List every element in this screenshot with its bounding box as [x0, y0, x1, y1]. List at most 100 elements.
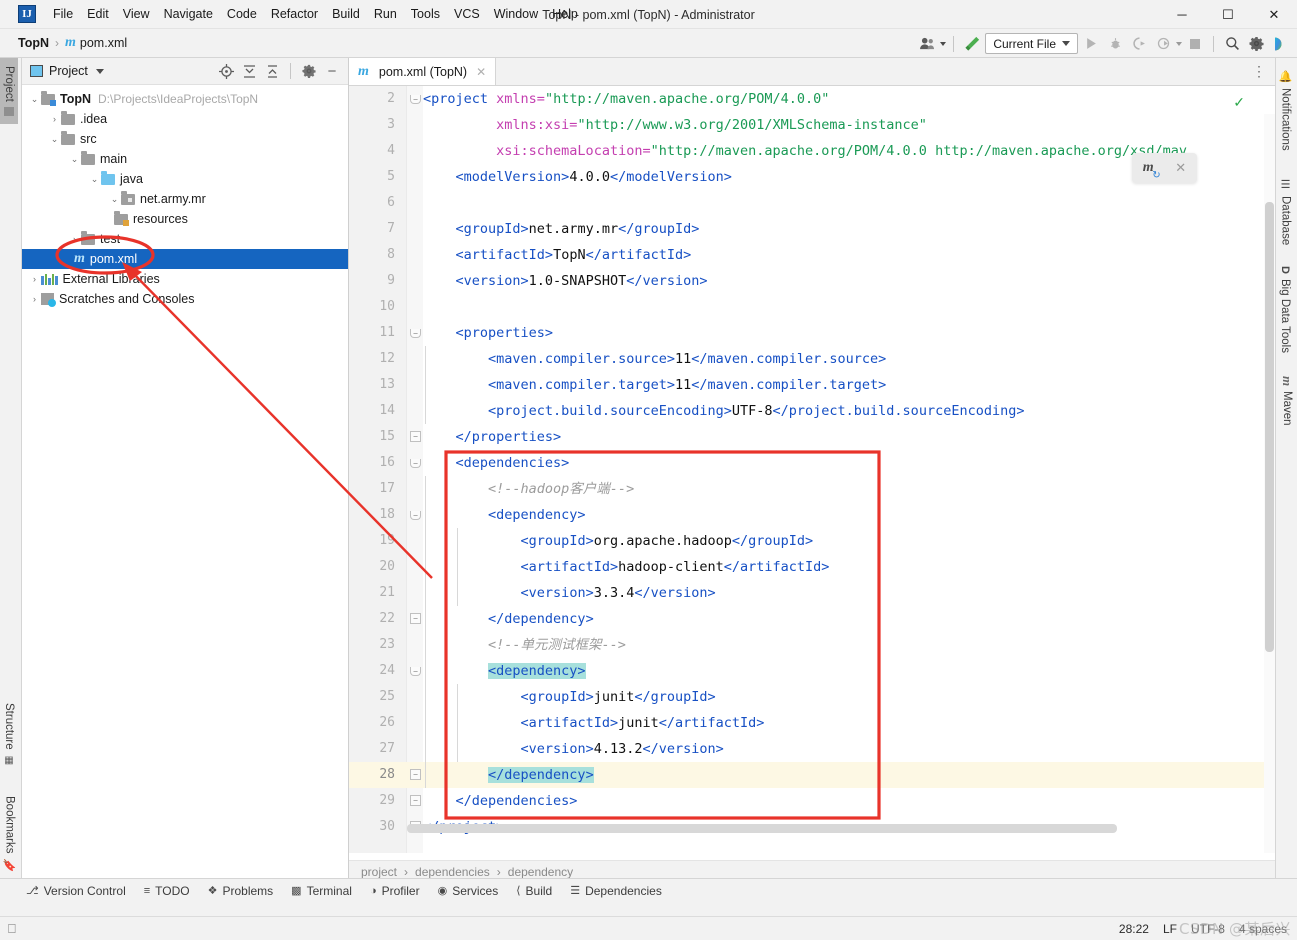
nav-file-name[interactable]: pom.xml [80, 36, 127, 50]
menu-navigate[interactable]: Navigate [157, 4, 220, 24]
chevron-right-icon-libs[interactable]: › [28, 274, 41, 284]
code-line[interactable]: 6 [349, 190, 1275, 216]
menu-file[interactable]: File [46, 4, 80, 24]
code-line[interactable]: 26 <artifactId>junit</artifactId> [349, 710, 1275, 736]
fold-toggle-icon[interactable]: − [410, 511, 421, 520]
menu-window[interactable]: Window [487, 4, 545, 24]
chevron-right-icon[interactable]: › [48, 114, 61, 124]
nav-project-name[interactable]: TopN [18, 36, 49, 50]
code-line[interactable]: 23 <!--单元测试框架--> [349, 632, 1275, 658]
tree-node-main[interactable]: ⌄ main [22, 149, 348, 169]
editor-tab-options[interactable]: ⋮ [1252, 58, 1275, 85]
code-lines[interactable]: 2−<project xmlns="http://maven.apache.or… [349, 86, 1275, 840]
minimize-button[interactable]: ─ [1159, 0, 1205, 29]
menu-tools[interactable]: Tools [404, 4, 447, 24]
maven-reload-popup[interactable]: m ✕ [1132, 153, 1197, 183]
code-line[interactable]: 15− </properties> [349, 424, 1275, 450]
stop-icon[interactable] [1184, 33, 1206, 55]
profiler-dropdown-caret-icon[interactable] [1176, 42, 1182, 46]
locate-target-icon[interactable] [216, 61, 236, 81]
project-view-dropdown-icon[interactable] [96, 69, 104, 74]
code-line[interactable]: 9 <version>1.0-SNAPSHOT</version> [349, 268, 1275, 294]
debug-icon[interactable] [1104, 33, 1126, 55]
settings-gear-icon-panel[interactable] [299, 61, 319, 81]
close-icon-maven-popup[interactable]: ✕ [1175, 160, 1186, 176]
tree-node-src[interactable]: ⌄ src [22, 129, 348, 149]
tree-node-package[interactable]: ⌄ net.army.mr [22, 189, 348, 209]
breadcrumb-project[interactable]: project [361, 865, 397, 879]
chevron-down-icon-package[interactable]: ⌄ [108, 194, 121, 205]
code-line[interactable]: 27 <version>4.13.2</version> [349, 736, 1275, 762]
scrollbar-thumb[interactable] [1265, 202, 1274, 652]
code-line[interactable]: 17 <!--hadoop客户端--> [349, 476, 1275, 502]
code-line[interactable]: 28− </dependency> [349, 762, 1275, 788]
tree-node-external-libraries[interactable]: › External Libraries [22, 269, 348, 289]
tree-node-scratches[interactable]: › Scratches and Consoles [22, 289, 348, 309]
fold-toggle-icon[interactable]: − [410, 667, 421, 676]
menu-vcs[interactable]: VCS [447, 4, 487, 24]
maven-reload-icon[interactable]: m [1143, 160, 1154, 176]
editor-horizontal-scrollbar[interactable] [407, 824, 1217, 833]
inspection-status-icon[interactable]: ✓ [1233, 94, 1245, 111]
expand-all-icon[interactable] [239, 61, 259, 81]
tree-node-idea[interactable]: › .idea [22, 109, 348, 129]
chevron-right-icon-test[interactable]: › [68, 234, 81, 244]
menu-help[interactable]: Help [545, 4, 585, 24]
code-line[interactable]: 16− <dependencies> [349, 450, 1275, 476]
close-icon[interactable]: ✕ [476, 65, 486, 79]
line-separator[interactable]: LF [1163, 922, 1177, 936]
code-line[interactable]: 21 <version>3.3.4</version> [349, 580, 1275, 606]
run-configuration-selector[interactable]: Current File [985, 33, 1078, 54]
menu-build[interactable]: Build [325, 4, 367, 24]
sidebar-item-database[interactable]: ☰ Database [1276, 170, 1295, 253]
run-with-coverage-icon[interactable] [1128, 33, 1150, 55]
code-line[interactable]: 12 <maven.compiler.source>11</maven.comp… [349, 346, 1275, 372]
ai-assistant-icon[interactable] [1269, 33, 1291, 55]
tool-button-terminal[interactable]: ▩ Terminal [291, 884, 352, 898]
build-hammer-icon[interactable] [961, 33, 983, 55]
collapse-all-icon[interactable] [262, 61, 282, 81]
breadcrumb-dependencies[interactable]: dependencies [415, 865, 490, 879]
sidebar-item-project[interactable]: Project [0, 58, 18, 124]
fold-toggle-icon[interactable]: − [410, 329, 421, 338]
tool-button-services[interactable]: ◉ Services [438, 884, 499, 898]
run-icon[interactable] [1080, 33, 1102, 55]
code-line[interactable]: 22− </dependency> [349, 606, 1275, 632]
caret-position[interactable]: 28:22 [1119, 922, 1149, 936]
code-line[interactable]: 11− <properties> [349, 320, 1275, 346]
profile-run-icon[interactable] [1152, 33, 1174, 55]
close-button[interactable]: ✕ [1251, 0, 1297, 29]
tree-node-resources[interactable]: resources [22, 209, 348, 229]
breadcrumb-dependency[interactable]: dependency [508, 865, 573, 879]
tree-node-java[interactable]: ⌄ java [22, 169, 348, 189]
code-line[interactable]: 18− <dependency> [349, 502, 1275, 528]
sidebar-item-maven[interactable]: m Maven [1276, 368, 1297, 434]
code-line[interactable]: 13 <maven.compiler.target>11</maven.comp… [349, 372, 1275, 398]
editor-tab-pom-xml[interactable]: m pom.xml (TopN) ✕ [349, 58, 496, 85]
fold-toggle-icon[interactable]: − [410, 459, 421, 468]
more-options-icon[interactable]: ⋮ [1252, 63, 1267, 80]
menu-edit[interactable]: Edit [80, 4, 116, 24]
user-profile-icon[interactable] [916, 33, 938, 55]
code-editor[interactable]: 2−<project xmlns="http://maven.apache.or… [349, 86, 1275, 853]
menu-code[interactable]: Code [220, 4, 264, 24]
tool-button-problems[interactable]: ❖ Problems [208, 884, 274, 898]
chevron-down-icon-java[interactable]: ⌄ [88, 174, 101, 185]
tool-button-build[interactable]: ⟨ Build [516, 884, 552, 898]
sidebar-item-structure[interactable]: Structure ▦ [0, 695, 18, 774]
chevron-down-icon-src[interactable]: ⌄ [48, 134, 61, 145]
profile-dropdown-caret-icon[interactable] [940, 42, 946, 46]
menu-run[interactable]: Run [367, 4, 404, 24]
tree-node-topn[interactable]: ⌄ TopN D:\Projects\IdeaProjects\TopN [22, 89, 348, 109]
chevron-down-icon-main[interactable]: ⌄ [68, 154, 81, 165]
tree-node-test[interactable]: › test [22, 229, 348, 249]
chevron-down-icon[interactable]: ⌄ [28, 94, 41, 105]
tool-button-profiler[interactable]: ◑ Profiler [370, 884, 420, 898]
code-line[interactable]: 25 <groupId>junit</groupId> [349, 684, 1275, 710]
menu-view[interactable]: View [116, 4, 157, 24]
settings-gear-icon[interactable] [1245, 33, 1267, 55]
fold-toggle-icon[interactable]: − [410, 769, 421, 780]
hscrollbar-thumb[interactable] [407, 824, 1117, 833]
fold-toggle-icon[interactable]: − [410, 795, 421, 806]
hide-panel-icon[interactable]: − [322, 61, 342, 81]
